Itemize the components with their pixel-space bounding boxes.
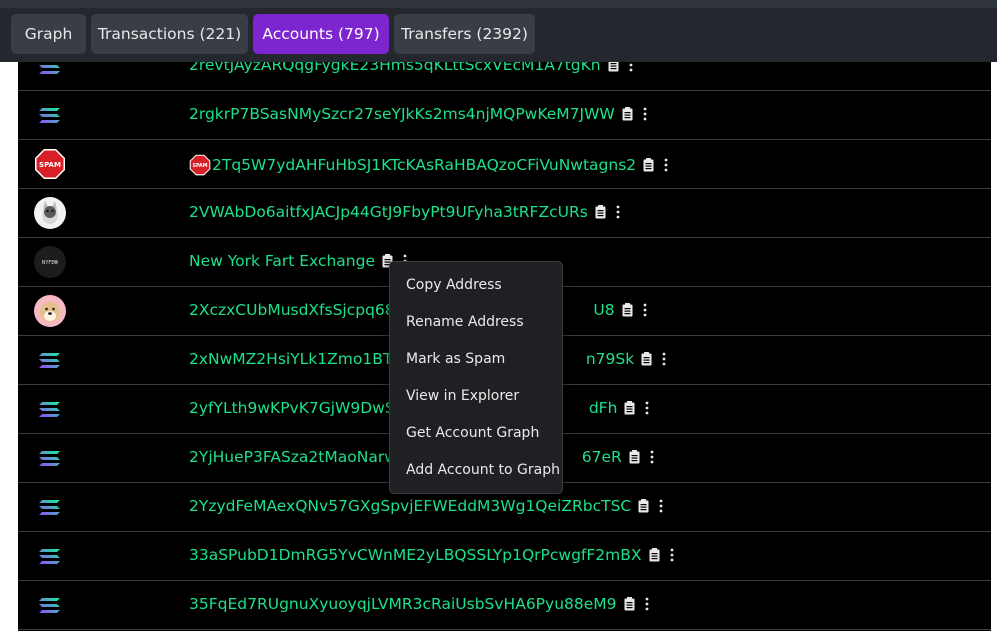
account-context-menu: Copy Address Rename Address Mark as Spam… [389, 261, 563, 494]
menu-item-add-account-to-graph[interactable]: Add Account to Graph [406, 462, 560, 478]
account-address-link[interactable]: 2YjHueP3FASza2tMaoNarwS [189, 448, 407, 466]
cat-avatar-icon [34, 197, 66, 229]
page-margin-left [0, 0, 18, 631]
clipboard-icon[interactable] [643, 158, 654, 172]
account-address-tail[interactable]: 67eR [582, 448, 622, 466]
account-address-link[interactable]: 2yfYLth9wKPvK7GjW9DwScV [189, 399, 414, 417]
solana-logo-icon [39, 402, 60, 417]
account-address-link[interactable]: 2YzydFeMAexQNv57GXgSpvjEFWEddM3Wg1QeiZRb… [189, 497, 631, 515]
clipboard-icon[interactable] [622, 107, 633, 121]
account-name-link[interactable]: New York Fart Exchange [189, 252, 375, 270]
menu-item-view-in-explorer[interactable]: View in Explorer [406, 388, 519, 404]
more-options-icon[interactable] [659, 499, 663, 513]
clipboard-icon[interactable] [595, 205, 606, 219]
account-address-link[interactable]: 2xNwMZ2HsiYLk1Zmo1BT9L [189, 350, 411, 368]
account-address-link[interactable]: 33aSPubD1DmRG5YvCWnME2yLBQSSLYp1QrPcwgfF… [189, 546, 642, 564]
more-options-icon[interactable] [670, 548, 674, 562]
list-item: 2VWAbDo6aitfxJACJp44GtJ9FbyPt9UFyha3tRFZ… [18, 189, 991, 238]
solana-logo-icon [39, 549, 60, 564]
page-margin-right [991, 0, 997, 631]
more-options-icon[interactable] [650, 450, 654, 464]
solana-logo-icon [39, 353, 60, 368]
clipboard-icon[interactable] [624, 597, 635, 611]
more-options-icon[interactable] [643, 107, 647, 121]
spam-icon-label: SPAM [192, 163, 207, 169]
account-address-tail[interactable]: U8 [593, 301, 614, 319]
more-options-icon[interactable] [643, 303, 647, 317]
clipboard-icon[interactable] [649, 548, 660, 562]
solana-logo-icon [39, 451, 60, 466]
account-address-link[interactable]: 2VWAbDo6aitfxJACJp44GtJ9FbyPt9UFyha3tRFZ… [189, 203, 588, 221]
more-options-icon[interactable] [616, 205, 620, 219]
list-item: 35FqEd7RUgnuXyuoyqjLVMR3cRaiUsbSvHA6Pyu8… [18, 581, 991, 630]
more-options-icon[interactable] [645, 597, 649, 611]
clipboard-icon[interactable] [624, 401, 635, 415]
tab-graph[interactable]: Graph [11, 14, 86, 54]
tab-transfers[interactable]: Transfers (2392) [394, 14, 535, 54]
solana-logo-icon [39, 598, 60, 613]
list-item: 33aSPubD1DmRG5YvCWnME2yLBQSSLYp1QrPcwgfF… [18, 532, 991, 581]
menu-item-mark-as-spam[interactable]: Mark as Spam [406, 351, 505, 367]
account-address-tail[interactable]: dFh [589, 399, 618, 417]
spam-stop-icon: SPAM [35, 149, 65, 179]
account-address-link[interactable]: 2Tq5W7ydAHFuHbSJ1KTcKAsRaHBAQzoCFiVuNwta… [212, 156, 636, 174]
clipboard-icon[interactable] [638, 499, 649, 513]
account-address-tail[interactable]: n79Sk [586, 350, 634, 368]
nyfe-icon-label: NYFE [42, 260, 55, 266]
list-item: 2rgkrP7BSasNMySzcr27seYJkKs2ms4njMQPwKeM… [18, 91, 991, 140]
more-options-icon[interactable] [664, 158, 668, 172]
tab-bar-top-strip [0, 0, 997, 8]
account-address-link[interactable]: 2XczxCUbMusdXfsSjcpq68FC [189, 301, 414, 319]
more-options-icon[interactable] [662, 352, 666, 366]
spam-stop-icon: SPAM [189, 154, 211, 176]
menu-item-get-account-graph[interactable]: Get Account Graph [406, 425, 539, 441]
menu-item-copy-address[interactable]: Copy Address [406, 277, 502, 293]
tab-transactions[interactable]: Transactions (221) [91, 14, 248, 54]
more-options-icon[interactable] [645, 401, 649, 415]
account-address-link[interactable]: 35FqEd7RUgnuXyuoyqjLVMR3cRaiUsbSvHA6Pyu8… [189, 595, 617, 613]
tab-bar: Graph Transactions (221) Accounts (797) … [0, 0, 997, 62]
solana-logo-icon [39, 500, 60, 515]
nyfe-logo-icon: NYFE [34, 246, 66, 278]
dog-avatar-icon [34, 295, 66, 327]
tab-accounts[interactable]: Accounts (797) [253, 14, 389, 54]
spam-icon-label: SPAM [39, 161, 61, 169]
account-address-link[interactable]: 2rgkrP7BSasNMySzcr27seYJkKs2ms4njMQPwKeM… [189, 105, 615, 123]
clipboard-icon[interactable] [622, 303, 633, 317]
clipboard-icon[interactable] [641, 352, 652, 366]
menu-item-rename-address[interactable]: Rename Address [406, 314, 524, 330]
clipboard-icon[interactable] [629, 450, 640, 464]
list-item: SPAM SPAM 2Tq5W7ydAHFuHbSJ1KTcKAsRaHBAQz… [18, 140, 991, 189]
solana-logo-icon [39, 108, 60, 123]
